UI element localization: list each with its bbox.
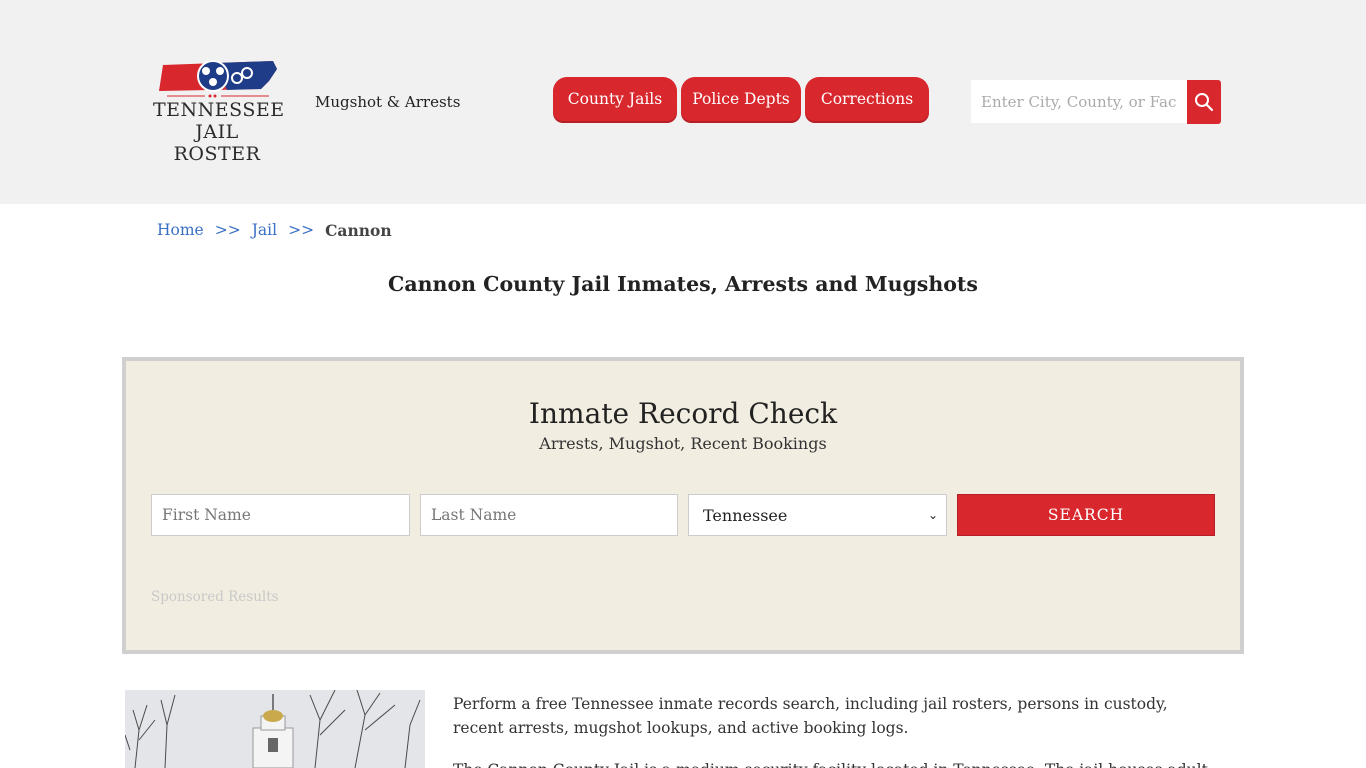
state-select[interactable]: Tennessee ⌄	[688, 494, 947, 536]
record-check-title: Inmate Record Check	[528, 397, 838, 430]
last-name-input[interactable]	[420, 494, 678, 536]
breadcrumb-jail[interactable]: Jail	[252, 221, 277, 240]
main-nav: County Jails Police Depts Corrections	[553, 77, 933, 122]
page-title: Cannon County Jail Inmates, Arrests and …	[388, 272, 978, 296]
nav-tab-police-depts[interactable]: Police Depts	[681, 77, 801, 121]
courthouse-photo	[125, 690, 425, 768]
tennessee-map-logo-icon	[159, 60, 277, 98]
logo-text-roster: JAIL ROSTER	[173, 121, 261, 165]
breadcrumb-current: Cannon	[325, 221, 392, 240]
facility-search-button[interactable]	[1187, 80, 1221, 124]
site-header: TENNESSEE JAIL ROSTER Mugshot & Arrests …	[0, 0, 1366, 204]
courthouse-image-icon	[125, 690, 425, 768]
breadcrumb-separator: >>	[288, 221, 315, 239]
breadcrumb: Home >> Jail >> Cannon	[157, 221, 392, 240]
nav-tab-county-jails[interactable]: County Jails	[553, 77, 677, 121]
nav-tab-corrections[interactable]: Corrections	[805, 77, 929, 121]
facility-description-paragraph: The Cannon County Jail is a medium secur…	[453, 758, 1223, 768]
sponsored-results-label: Sponsored Results	[151, 589, 279, 605]
facility-search-input[interactable]	[971, 80, 1187, 123]
state-select-value: Tennessee	[703, 505, 788, 525]
logo-text-state: TENNESSEE	[153, 99, 285, 121]
inmate-record-check-panel: Inmate Record Check Arrests, Mugshot, Re…	[122, 357, 1244, 654]
record-search-button[interactable]: SEARCH	[957, 494, 1215, 536]
record-check-subtitle: Arrests, Mugshot, Recent Bookings	[539, 434, 827, 453]
search-icon	[1195, 93, 1214, 112]
first-name-input[interactable]	[151, 494, 410, 536]
breadcrumb-separator: >>	[214, 221, 241, 239]
site-logo[interactable]: TENNESSEE JAIL ROSTER	[153, 56, 285, 165]
breadcrumb-home[interactable]: Home	[157, 221, 204, 240]
site-tagline: Mugshot & Arrests	[315, 93, 461, 111]
intro-paragraph: Perform a free Tennessee inmate records …	[453, 695, 1168, 737]
chevron-down-icon: ⌄	[927, 508, 938, 522]
